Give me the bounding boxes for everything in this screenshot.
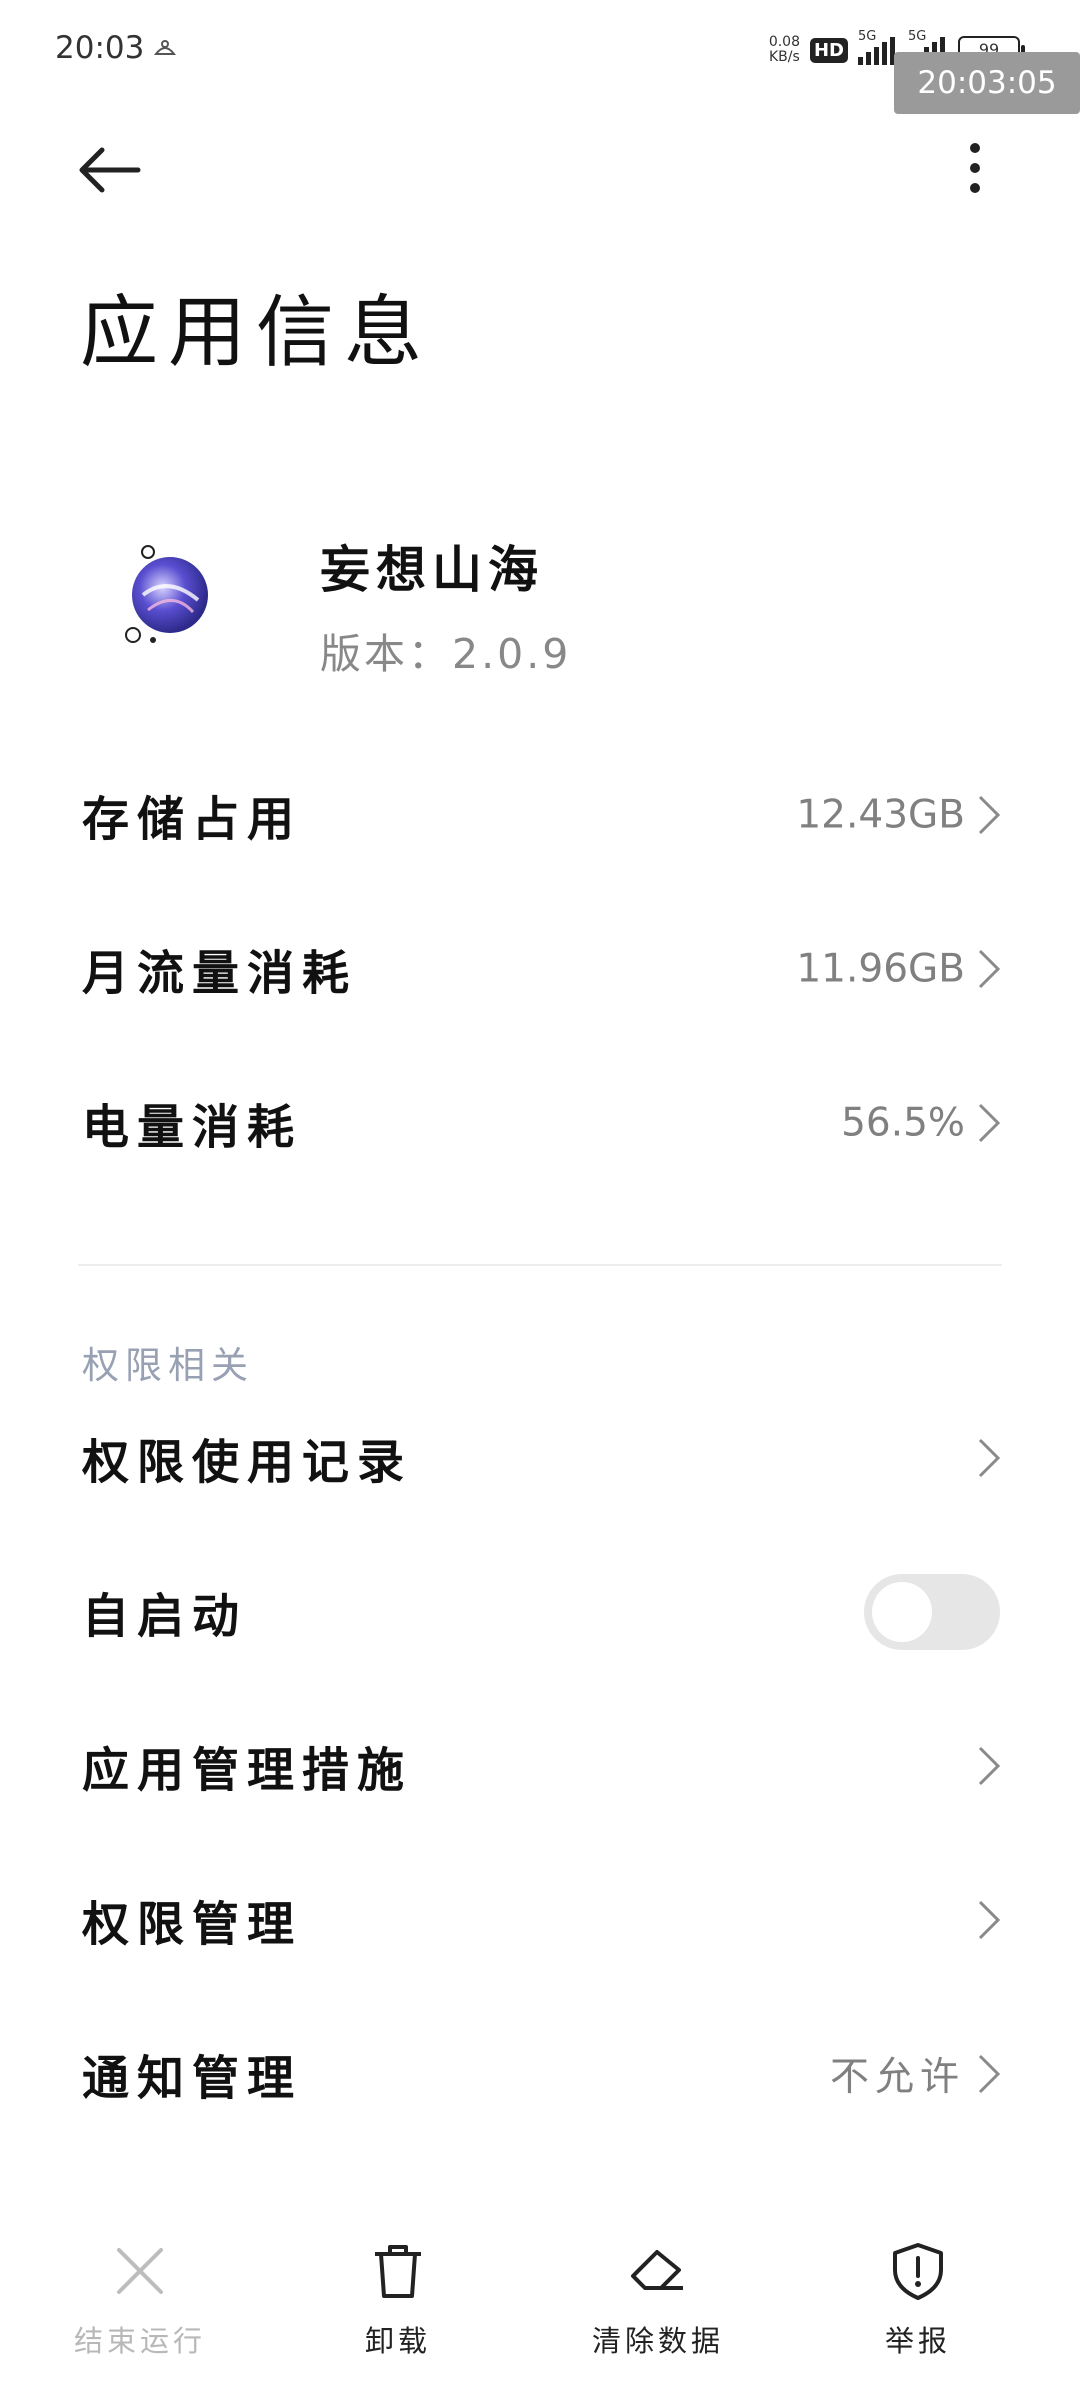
row-label: 权限管理 bbox=[82, 1897, 302, 1953]
notification-icon bbox=[153, 40, 177, 55]
uninstall-button[interactable]: 卸载 bbox=[298, 2240, 498, 2380]
battery-usage-row[interactable]: 电量消耗 56.5% bbox=[0, 1058, 1080, 1188]
row-label: 电量消耗 bbox=[82, 1100, 302, 1156]
shield-alert-icon bbox=[893, 2243, 943, 2300]
auto-start-row: 自启动 bbox=[0, 1547, 1080, 1677]
status-time: 20:03 bbox=[55, 30, 145, 66]
chevron-right-icon bbox=[978, 2054, 1001, 2094]
report-button[interactable]: 举报 bbox=[818, 2240, 1018, 2380]
chevron-right-icon bbox=[978, 795, 1001, 835]
network-speed: 0.08 KB/s bbox=[768, 34, 800, 65]
divider bbox=[78, 1264, 1002, 1266]
time-overlay: 20:03:05 bbox=[894, 52, 1080, 114]
close-icon bbox=[117, 2248, 163, 2294]
row-value: 12.43GB bbox=[796, 792, 965, 838]
chevron-right-icon bbox=[978, 1900, 1001, 1940]
page-title: 应用信息 bbox=[80, 288, 433, 378]
storage-usage-row[interactable]: 存储占用 12.43GB bbox=[0, 750, 1080, 880]
auto-start-toggle[interactable] bbox=[864, 1574, 1000, 1650]
button-label: 清除数据 bbox=[591, 2324, 724, 2358]
row-label: 权限使用记录 bbox=[82, 1435, 412, 1491]
button-label: 结束运行 bbox=[73, 2324, 206, 2358]
row-value: 11.96GB bbox=[796, 946, 965, 992]
force-stop-button[interactable]: 结束运行 bbox=[40, 2240, 240, 2380]
permission-usage-record-row[interactable]: 权限使用记录 bbox=[0, 1393, 1080, 1523]
section-header-permissions: 权限相关 bbox=[82, 1344, 254, 1387]
row-label: 存储占用 bbox=[82, 792, 302, 848]
app-version: 版本：2.0.9 bbox=[320, 630, 572, 678]
row-label: 应用管理措施 bbox=[82, 1743, 412, 1799]
notification-management-row[interactable]: 通知管理 不允许 bbox=[0, 2009, 1080, 2139]
chevron-right-icon bbox=[978, 1103, 1001, 1143]
row-label: 自启动 bbox=[82, 1589, 247, 1645]
chevron-right-icon bbox=[978, 1438, 1001, 1478]
arrow-left-icon[interactable] bbox=[72, 140, 152, 200]
chevron-right-icon bbox=[978, 1746, 1001, 1786]
row-label: 通知管理 bbox=[82, 2051, 302, 2107]
app-name: 妄想山海 bbox=[320, 540, 544, 599]
button-label: 举报 bbox=[884, 2324, 951, 2358]
signal-icon: 5G bbox=[858, 29, 898, 65]
chevron-right-icon bbox=[978, 949, 1001, 989]
eraser-icon bbox=[631, 2250, 683, 2290]
bottom-action-bar: 结束运行 卸载 清除数据 举报 bbox=[0, 2230, 1080, 2401]
permission-management-row[interactable]: 权限管理 bbox=[0, 1855, 1080, 1985]
data-usage-row[interactable]: 月流量消耗 11.96GB bbox=[0, 904, 1080, 1034]
toggle-knob bbox=[872, 1582, 932, 1642]
row-value: 56.5% bbox=[841, 1100, 965, 1146]
button-label: 卸载 bbox=[364, 2324, 431, 2358]
clear-data-button[interactable]: 清除数据 bbox=[558, 2240, 758, 2380]
hd-badge: HD bbox=[809, 37, 848, 63]
app-icon[interactable] bbox=[108, 540, 218, 650]
row-label: 月流量消耗 bbox=[82, 946, 357, 1002]
trash-icon bbox=[375, 2245, 421, 2298]
row-value: 不允许 bbox=[829, 2055, 965, 2100]
app-management-row[interactable]: 应用管理措施 bbox=[0, 1701, 1080, 1831]
more-vertical-icon[interactable] bbox=[950, 140, 1000, 200]
